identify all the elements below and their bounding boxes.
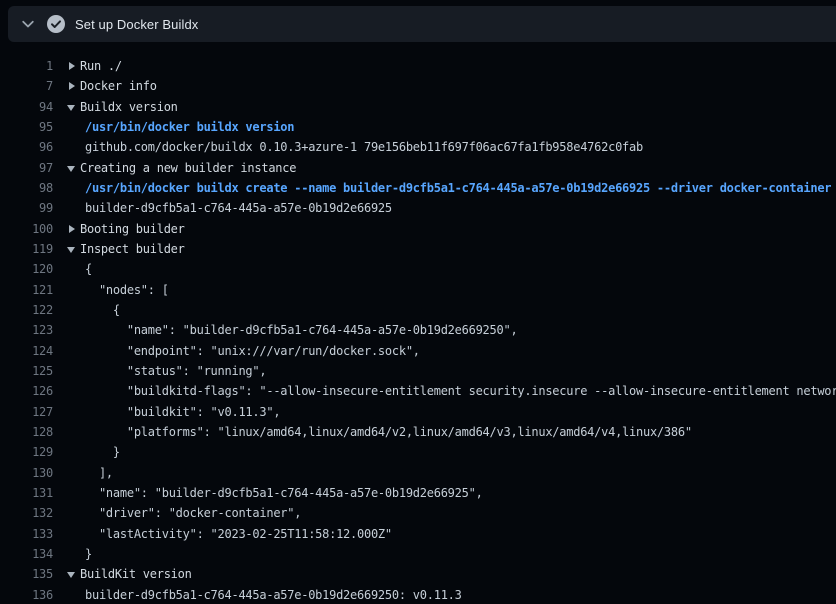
- line-number[interactable]: 124: [0, 341, 53, 361]
- output-text: github.com/docker/buildx 0.10.3+azure-1 …: [85, 137, 643, 157]
- log-line: 132 "driver": "docker-container",: [0, 503, 836, 523]
- line-number[interactable]: 96: [0, 137, 53, 157]
- line-number[interactable]: 123: [0, 320, 53, 340]
- log-line: 128 "platforms": "linux/amd64,linux/amd6…: [0, 422, 836, 442]
- line-number[interactable]: 128: [0, 422, 53, 442]
- log-group-row[interactable]: 1 Run ./: [0, 56, 836, 76]
- log-line: 126 "buildkitd-flags": "--allow-insecure…: [0, 381, 836, 401]
- log-line: 98/usr/bin/docker buildx create --name b…: [0, 178, 836, 198]
- log-group-row[interactable]: 135 BuildKit version: [0, 564, 836, 584]
- command-text: /usr/bin/docker buildx create --name bui…: [85, 178, 831, 198]
- line-number[interactable]: 131: [0, 483, 53, 503]
- output-text: "lastActivity": "2023-02-25T11:58:12.000…: [85, 524, 392, 544]
- line-number[interactable]: 135: [0, 564, 53, 584]
- step-title: Set up Docker Buildx: [75, 17, 198, 32]
- output-text: "status": "running",: [85, 361, 266, 381]
- output-text: "name": "builder-d9cfb5a1-c764-445a-a57e…: [85, 483, 483, 503]
- group-title[interactable]: Creating a new builder instance: [80, 158, 296, 178]
- line-number[interactable]: 122: [0, 300, 53, 320]
- log-line: 133 "lastActivity": "2023-02-25T11:58:12…: [0, 524, 836, 544]
- log-line: 120 {: [0, 259, 836, 279]
- log-line: 123 "name": "builder-d9cfb5a1-c764-445a-…: [0, 320, 836, 340]
- line-number[interactable]: 120: [0, 259, 53, 279]
- output-text: }: [85, 544, 92, 564]
- line-number[interactable]: 94: [0, 97, 53, 117]
- log-line: 122 {: [0, 300, 836, 320]
- output-text: }: [85, 442, 120, 462]
- log-line: 130 ],: [0, 463, 836, 483]
- triangle-down-icon[interactable]: [67, 105, 75, 111]
- log-group-row[interactable]: 100 Booting builder: [0, 219, 836, 239]
- triangle-down-icon[interactable]: [67, 166, 75, 172]
- triangle-down-icon[interactable]: [67, 247, 75, 253]
- line-number[interactable]: 97: [0, 158, 53, 178]
- line-number[interactable]: 133: [0, 524, 53, 544]
- output-text: {: [85, 300, 120, 320]
- line-number[interactable]: 136: [0, 585, 53, 604]
- step-header[interactable]: Set up Docker Buildx: [8, 6, 836, 42]
- output-text: {: [85, 259, 92, 279]
- output-text: builder-d9cfb5a1-c764-445a-a57e-0b19d2e6…: [85, 585, 462, 604]
- group-title[interactable]: Buildx version: [80, 97, 178, 117]
- line-number[interactable]: 127: [0, 402, 53, 422]
- line-number[interactable]: 100: [0, 219, 53, 239]
- line-number[interactable]: 95: [0, 117, 53, 137]
- output-text: "name": "builder-d9cfb5a1-c764-445a-a57e…: [85, 320, 517, 340]
- log-line: 127 "buildkit": "v0.11.3",: [0, 402, 836, 422]
- triangle-down-icon[interactable]: [67, 572, 75, 578]
- command-text: /usr/bin/docker buildx version: [85, 117, 294, 137]
- log-line: 121 "nodes": [: [0, 280, 836, 300]
- output-text: "endpoint": "unix:///var/run/docker.sock…: [85, 341, 420, 361]
- line-number[interactable]: 125: [0, 361, 53, 381]
- line-number[interactable]: 119: [0, 239, 53, 259]
- line-number[interactable]: 132: [0, 503, 53, 523]
- group-title[interactable]: Inspect builder: [80, 239, 185, 259]
- check-circle-icon: [47, 15, 65, 33]
- line-number[interactable]: 130: [0, 463, 53, 483]
- log-group-row[interactable]: 97 Creating a new builder instance: [0, 158, 836, 178]
- output-text: "nodes": [: [85, 280, 169, 300]
- log-group-row[interactable]: 119 Inspect builder: [0, 239, 836, 259]
- log-line: 129 }: [0, 442, 836, 462]
- line-number[interactable]: 1: [0, 56, 53, 76]
- triangle-right-icon[interactable]: [69, 62, 75, 70]
- line-number[interactable]: 134: [0, 544, 53, 564]
- line-number[interactable]: 99: [0, 198, 53, 218]
- output-text: ],: [85, 463, 113, 483]
- log-line: 136 builder-d9cfb5a1-c764-445a-a57e-0b19d…: [0, 585, 836, 604]
- group-title[interactable]: Booting builder: [80, 219, 185, 239]
- output-text: "platforms": "linux/amd64,linux/amd64/v2…: [85, 422, 692, 442]
- line-number[interactable]: 129: [0, 442, 53, 462]
- line-number[interactable]: 7: [0, 76, 53, 96]
- log-line: 124 "endpoint": "unix:///var/run/docker.…: [0, 341, 836, 361]
- output-text: "driver": "docker-container",: [85, 503, 301, 523]
- chevron-down-icon[interactable]: [20, 16, 36, 32]
- log-area: 1Run ./7Docker info94Buildx version95/us…: [0, 42, 836, 604]
- log-line: 96 github.com/docker/buildx 0.10.3+azure-…: [0, 137, 836, 157]
- line-number[interactable]: 126: [0, 381, 53, 401]
- log-line: 99 builder-d9cfb5a1-c764-445a-a57e-0b19d2…: [0, 198, 836, 218]
- output-text: "buildkit": "v0.11.3",: [85, 402, 280, 422]
- log-line: 134}: [0, 544, 836, 564]
- log-group-row[interactable]: 7 Docker info: [0, 76, 836, 96]
- log-line: 125 "status": "running",: [0, 361, 836, 381]
- line-number[interactable]: 121: [0, 280, 53, 300]
- group-title[interactable]: Docker info: [80, 76, 157, 96]
- group-title[interactable]: BuildKit version: [80, 564, 192, 584]
- output-text: builder-d9cfb5a1-c764-445a-a57e-0b19d2e6…: [85, 198, 392, 218]
- line-number[interactable]: 98: [0, 178, 53, 198]
- log-group-row[interactable]: 94 Buildx version: [0, 97, 836, 117]
- triangle-right-icon[interactable]: [69, 82, 75, 90]
- log-line: 95/usr/bin/docker buildx version: [0, 117, 836, 137]
- output-text: "buildkitd-flags": "--allow-insecure-ent…: [85, 381, 836, 401]
- group-title[interactable]: Run ./: [80, 56, 122, 76]
- triangle-right-icon[interactable]: [69, 225, 75, 233]
- log-line: 131 "name": "builder-d9cfb5a1-c764-445a-…: [0, 483, 836, 503]
